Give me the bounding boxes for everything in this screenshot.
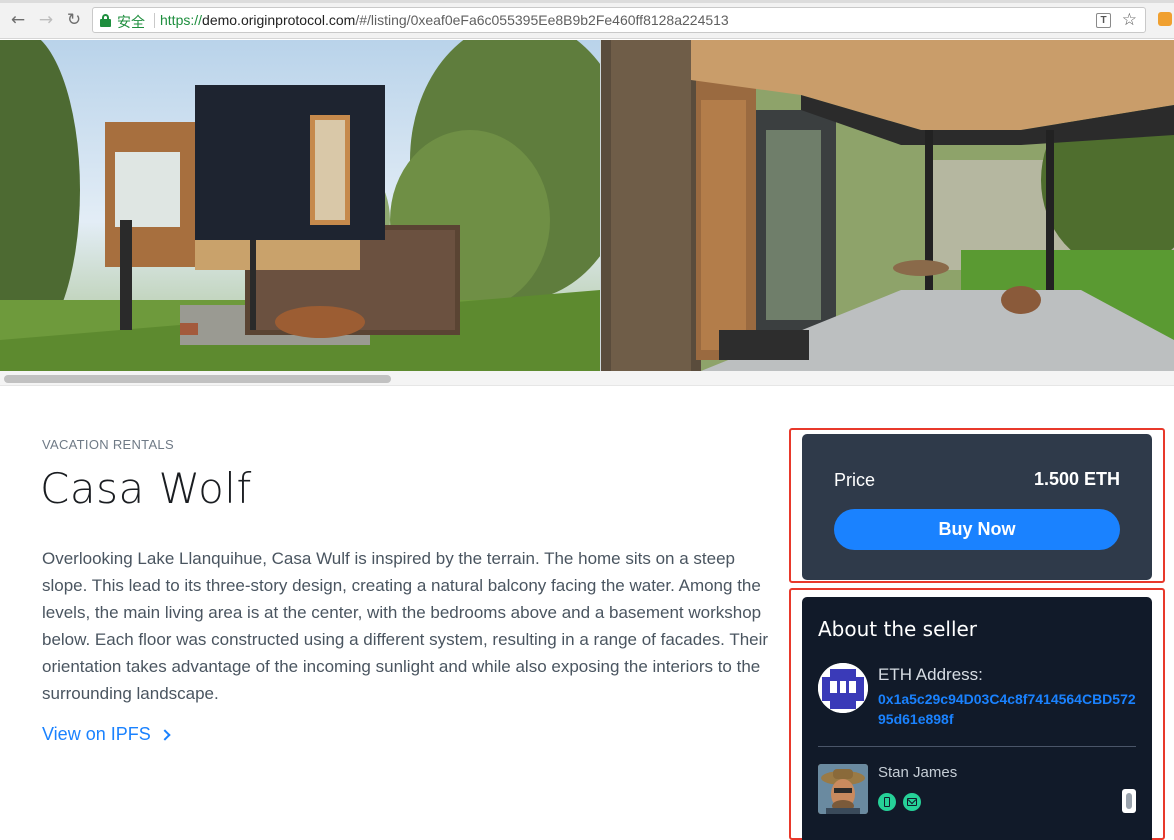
listing-photo-exterior bbox=[0, 40, 600, 371]
listing-photo-carousel[interactable] bbox=[0, 40, 1174, 371]
eth-address-label: ETH Address: bbox=[878, 665, 983, 684]
seller-heading: About the seller bbox=[818, 617, 978, 641]
email-verified-icon bbox=[903, 793, 921, 811]
carousel-scrollbar[interactable] bbox=[0, 371, 1174, 386]
address-bar[interactable]: 安全 https://demo.originprotocol.com/#/lis… bbox=[92, 7, 1146, 33]
url-scheme: https:// bbox=[160, 12, 203, 28]
reload-icon[interactable]: ↻ bbox=[64, 10, 84, 30]
buy-now-button[interactable]: Buy Now bbox=[834, 509, 1120, 550]
ipfs-link-label: View on IPFS bbox=[42, 724, 151, 744]
url-path: /#/listing/0xeaf0eFa6c055395Ee8B9b2Fe460… bbox=[355, 12, 729, 28]
listing-category: VACATION RENTALS bbox=[42, 437, 174, 452]
extension-icon[interactable] bbox=[1158, 12, 1172, 26]
chevron-right-icon bbox=[159, 729, 171, 741]
carousel-scrollbar-thumb[interactable] bbox=[4, 375, 391, 383]
buy-panel: Price 1.500 ETH Buy Now bbox=[802, 434, 1152, 580]
listing-description: Overlooking Lake Llanquihue, Casa Wulf i… bbox=[42, 549, 769, 703]
back-arrow-icon[interactable]: ← bbox=[8, 10, 28, 30]
url-host: demo.originprotocol.com bbox=[202, 12, 356, 28]
forward-arrow-icon[interactable]: → bbox=[36, 10, 56, 30]
seller-name[interactable]: Stan James bbox=[878, 764, 957, 781]
translate-icon[interactable]: T bbox=[1096, 13, 1111, 28]
lock-icon bbox=[100, 14, 111, 27]
view-on-ipfs-link[interactable]: View on IPFS bbox=[42, 724, 171, 745]
seller-avatar bbox=[818, 764, 868, 814]
seller-divider bbox=[818, 746, 1136, 747]
bookmark-star-icon[interactable]: ☆ bbox=[1122, 10, 1137, 30]
address-divider bbox=[154, 13, 155, 28]
listing-title: Casa Wolf bbox=[40, 464, 252, 513]
price-value: 1.500 ETH bbox=[1033, 469, 1120, 489]
browser-toolbar: ← → ↻ 安全 https://demo.originprotocol.com… bbox=[0, 0, 1174, 39]
url-text[interactable]: https://demo.originprotocol.com/#/listin… bbox=[160, 12, 729, 28]
price-label: Price bbox=[834, 470, 876, 490]
phone-verified-icon bbox=[878, 793, 896, 811]
secure-label: 安全 bbox=[117, 15, 145, 31]
eth-address-value[interactable]: 0x1a5c29c94D03C4c8f7414564CBD57295d61e89… bbox=[878, 689, 1140, 729]
seller-panel: About the seller ETH Address: 0x1a5c29c9… bbox=[802, 597, 1152, 840]
identicon-avatar bbox=[818, 663, 868, 713]
scroll-indicator[interactable] bbox=[1122, 789, 1136, 813]
listing-photo-porch bbox=[601, 40, 1174, 371]
tab-strip bbox=[0, 0, 1174, 3]
